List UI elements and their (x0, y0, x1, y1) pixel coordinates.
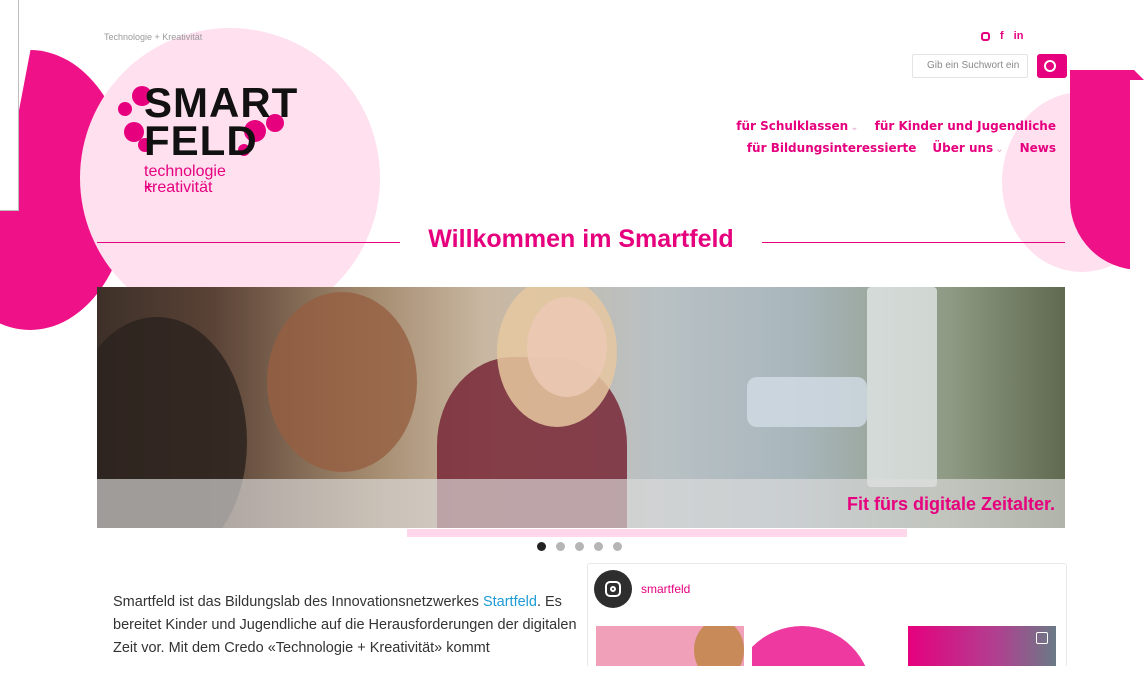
hero-image-shape (867, 287, 937, 487)
chevron-down-icon: ⌄ (995, 144, 1004, 155)
nav-item-news[interactable]: News (1020, 138, 1056, 160)
linkedin-icon[interactable]: in (1014, 31, 1024, 42)
slider-dot-5[interactable] (613, 542, 622, 551)
chevron-down-icon: ⌄ (850, 122, 859, 133)
nav-item-bildungsinteressierte[interactable]: für Bildungsinteressierte (747, 138, 917, 160)
logo-background-circle (80, 28, 380, 328)
frame-edge (1064, 0, 1144, 80)
slider-dot-1[interactable] (537, 542, 546, 551)
hero-image-shape (747, 377, 867, 427)
hero-caption: Fit fürs digitale Zeitalter. (846, 494, 1055, 514)
frame-edge (0, 0, 19, 211)
slider-dot-4[interactable] (594, 542, 603, 551)
page-title-row: Willkommen im Smartfeld (97, 222, 1065, 262)
instagram-handle[interactable]: smartfeld (641, 582, 690, 596)
intro-text-part: Smartfeld ist das Bildungslab des Innova… (113, 594, 483, 610)
main-navigation: für Schulklassen ⌄ für Kinder und Jugendl… (736, 116, 1056, 160)
title-divider-right (762, 242, 1065, 243)
hero-image-shape (267, 292, 417, 472)
frame-edge (1130, 80, 1144, 660)
hero-image-shape (527, 297, 607, 397)
instagram-icon[interactable] (594, 570, 632, 608)
instagram-icon[interactable] (981, 32, 990, 41)
site-tagline: Technologie + Kreativität (104, 32, 203, 42)
hero-accent-bar (407, 529, 907, 537)
logo-subtitle-2: kreativität (144, 179, 213, 196)
page-canvas: Technologie + Kreativität f in Gib ein S… (0, 0, 1144, 680)
startfeld-link[interactable]: Startfeld (483, 594, 537, 610)
nav-item-ueber-uns[interactable]: Über uns ⌄ (932, 138, 1003, 160)
frame-edge (130, 666, 1144, 680)
hero-slider[interactable]: Fit fürs digitale Zeitalter. (97, 287, 1065, 528)
instagram-feed: smartfeld (587, 563, 1067, 680)
intro-text: Smartfeld ist das Bildungslab des Innova… (113, 591, 583, 660)
nav-item-schulklassen[interactable]: für Schulklassen ⌄ (736, 116, 858, 138)
nav-item-kinder-jugendliche[interactable]: für Kinder und Jugendliche (875, 116, 1056, 138)
slider-dots (537, 542, 622, 551)
search-button[interactable] (1037, 54, 1067, 78)
slider-dot-2[interactable] (556, 542, 565, 551)
facebook-icon[interactable]: f (1000, 31, 1004, 42)
frame-edge (0, 540, 130, 680)
page-title: Willkommen im Smartfeld (428, 225, 734, 253)
social-links: f in (981, 31, 1023, 42)
search-input[interactable]: Gib ein Suchwort ein (912, 54, 1028, 78)
slider-dot-3[interactable] (575, 542, 584, 551)
logo-text-feld: FELD (144, 117, 258, 164)
